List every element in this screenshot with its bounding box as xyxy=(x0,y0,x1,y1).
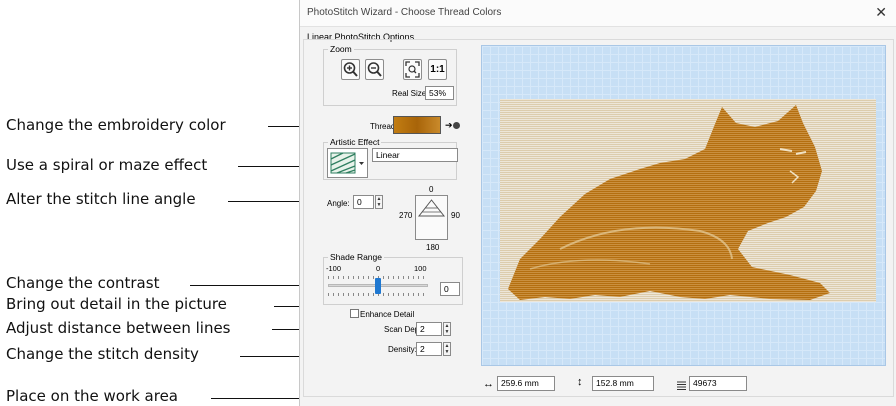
callout-contrast: Change the contrast xyxy=(6,274,160,292)
shade-max-label: 100 xyxy=(414,264,427,273)
scan-depth-field[interactable]: 2 xyxy=(416,322,442,336)
shade-range-group xyxy=(323,257,463,305)
dial-bottom-label: 180 xyxy=(426,243,440,252)
real-size-label: Real Size xyxy=(392,89,427,98)
enhance-detail-label: Enhance Detail xyxy=(360,310,415,319)
zoom-fit-icon xyxy=(405,61,420,78)
zoom-out-button[interactable] xyxy=(365,59,384,80)
photostitch-dialog: PhotoStitch Wizard - Choose Thread Color… xyxy=(299,0,896,406)
shade-value-field[interactable]: 0 xyxy=(440,282,460,296)
height-arrow-icon: ↕ xyxy=(577,376,583,388)
callout-detail: Bring out detail in the picture xyxy=(6,295,227,313)
density-field[interactable]: 2 xyxy=(416,342,442,356)
zoom-out-icon xyxy=(367,62,382,77)
shade-range-label: Shade Range xyxy=(328,252,384,262)
enhance-detail-checkbox[interactable] xyxy=(350,309,359,318)
angle-dial-icon xyxy=(417,199,446,217)
callout-embroidery-color: Change the embroidery color xyxy=(6,116,226,134)
callout-spiral-maze: Use a spiral or maze effect xyxy=(6,156,208,174)
linear-effect-icon xyxy=(330,152,364,174)
angle-dial[interactable] xyxy=(415,195,448,240)
real-size-field[interactable]: 53% xyxy=(425,86,454,100)
artistic-effect-label: Artistic Effect xyxy=(328,137,382,147)
palette-button[interactable]: ➔ xyxy=(445,117,465,134)
scan-depth-spinner[interactable]: ▲ ▼ xyxy=(443,322,451,336)
zoom-to-fit-button[interactable] xyxy=(403,59,422,80)
shade-min-label: -100 xyxy=(326,264,342,273)
stitch-count-icon xyxy=(677,378,686,390)
preview-canvas[interactable] xyxy=(481,45,886,366)
color-palette-icon xyxy=(452,122,460,130)
density-spinner[interactable]: ▲ ▼ xyxy=(443,342,451,356)
callout-density: Change the stitch density xyxy=(6,345,199,363)
height-field: 152.8 mm xyxy=(592,376,654,391)
dial-top-label: 0 xyxy=(429,185,434,194)
effect-name-field[interactable]: Linear xyxy=(372,148,458,162)
close-icon[interactable]: ✕ xyxy=(875,4,887,21)
thread-color-swatch[interactable] xyxy=(393,116,441,134)
width-field: 259.6 mm xyxy=(497,376,555,391)
zoom-in-icon xyxy=(343,62,358,77)
zoom-in-button[interactable] xyxy=(341,59,360,80)
density-label: Density: xyxy=(388,345,417,354)
zoom-label: Zoom xyxy=(328,44,354,54)
arrow-right-icon: ➔ xyxy=(445,120,453,130)
callout-distance: Adjust distance between lines xyxy=(6,319,231,337)
shade-slider-thumb[interactable] xyxy=(375,278,381,294)
shade-mid-label: 0 xyxy=(376,264,381,273)
stitch-count-field: 49673 xyxy=(689,376,747,391)
angle-label: Angle: xyxy=(327,199,350,208)
title-bar: PhotoStitch Wizard - Choose Thread Color… xyxy=(300,0,896,27)
angle-spinner[interactable]: ▲ ▼ xyxy=(375,195,383,209)
effect-picker-button[interactable] xyxy=(327,148,368,178)
zoom-one-to-one-button[interactable]: 1:1 xyxy=(428,59,447,80)
dialog-title: PhotoStitch Wizard - Choose Thread Color… xyxy=(307,7,502,18)
angle-field[interactable]: 0 xyxy=(353,195,374,209)
callout-stitch-angle: Alter the stitch line angle xyxy=(6,190,196,208)
cat-embroidery-icon xyxy=(508,105,830,300)
dial-left-label: 270 xyxy=(399,211,413,220)
callout-work-area: Place on the work area xyxy=(6,387,179,405)
width-arrow-icon: ↔ xyxy=(483,378,494,390)
dial-right-label: 90 xyxy=(451,211,460,220)
